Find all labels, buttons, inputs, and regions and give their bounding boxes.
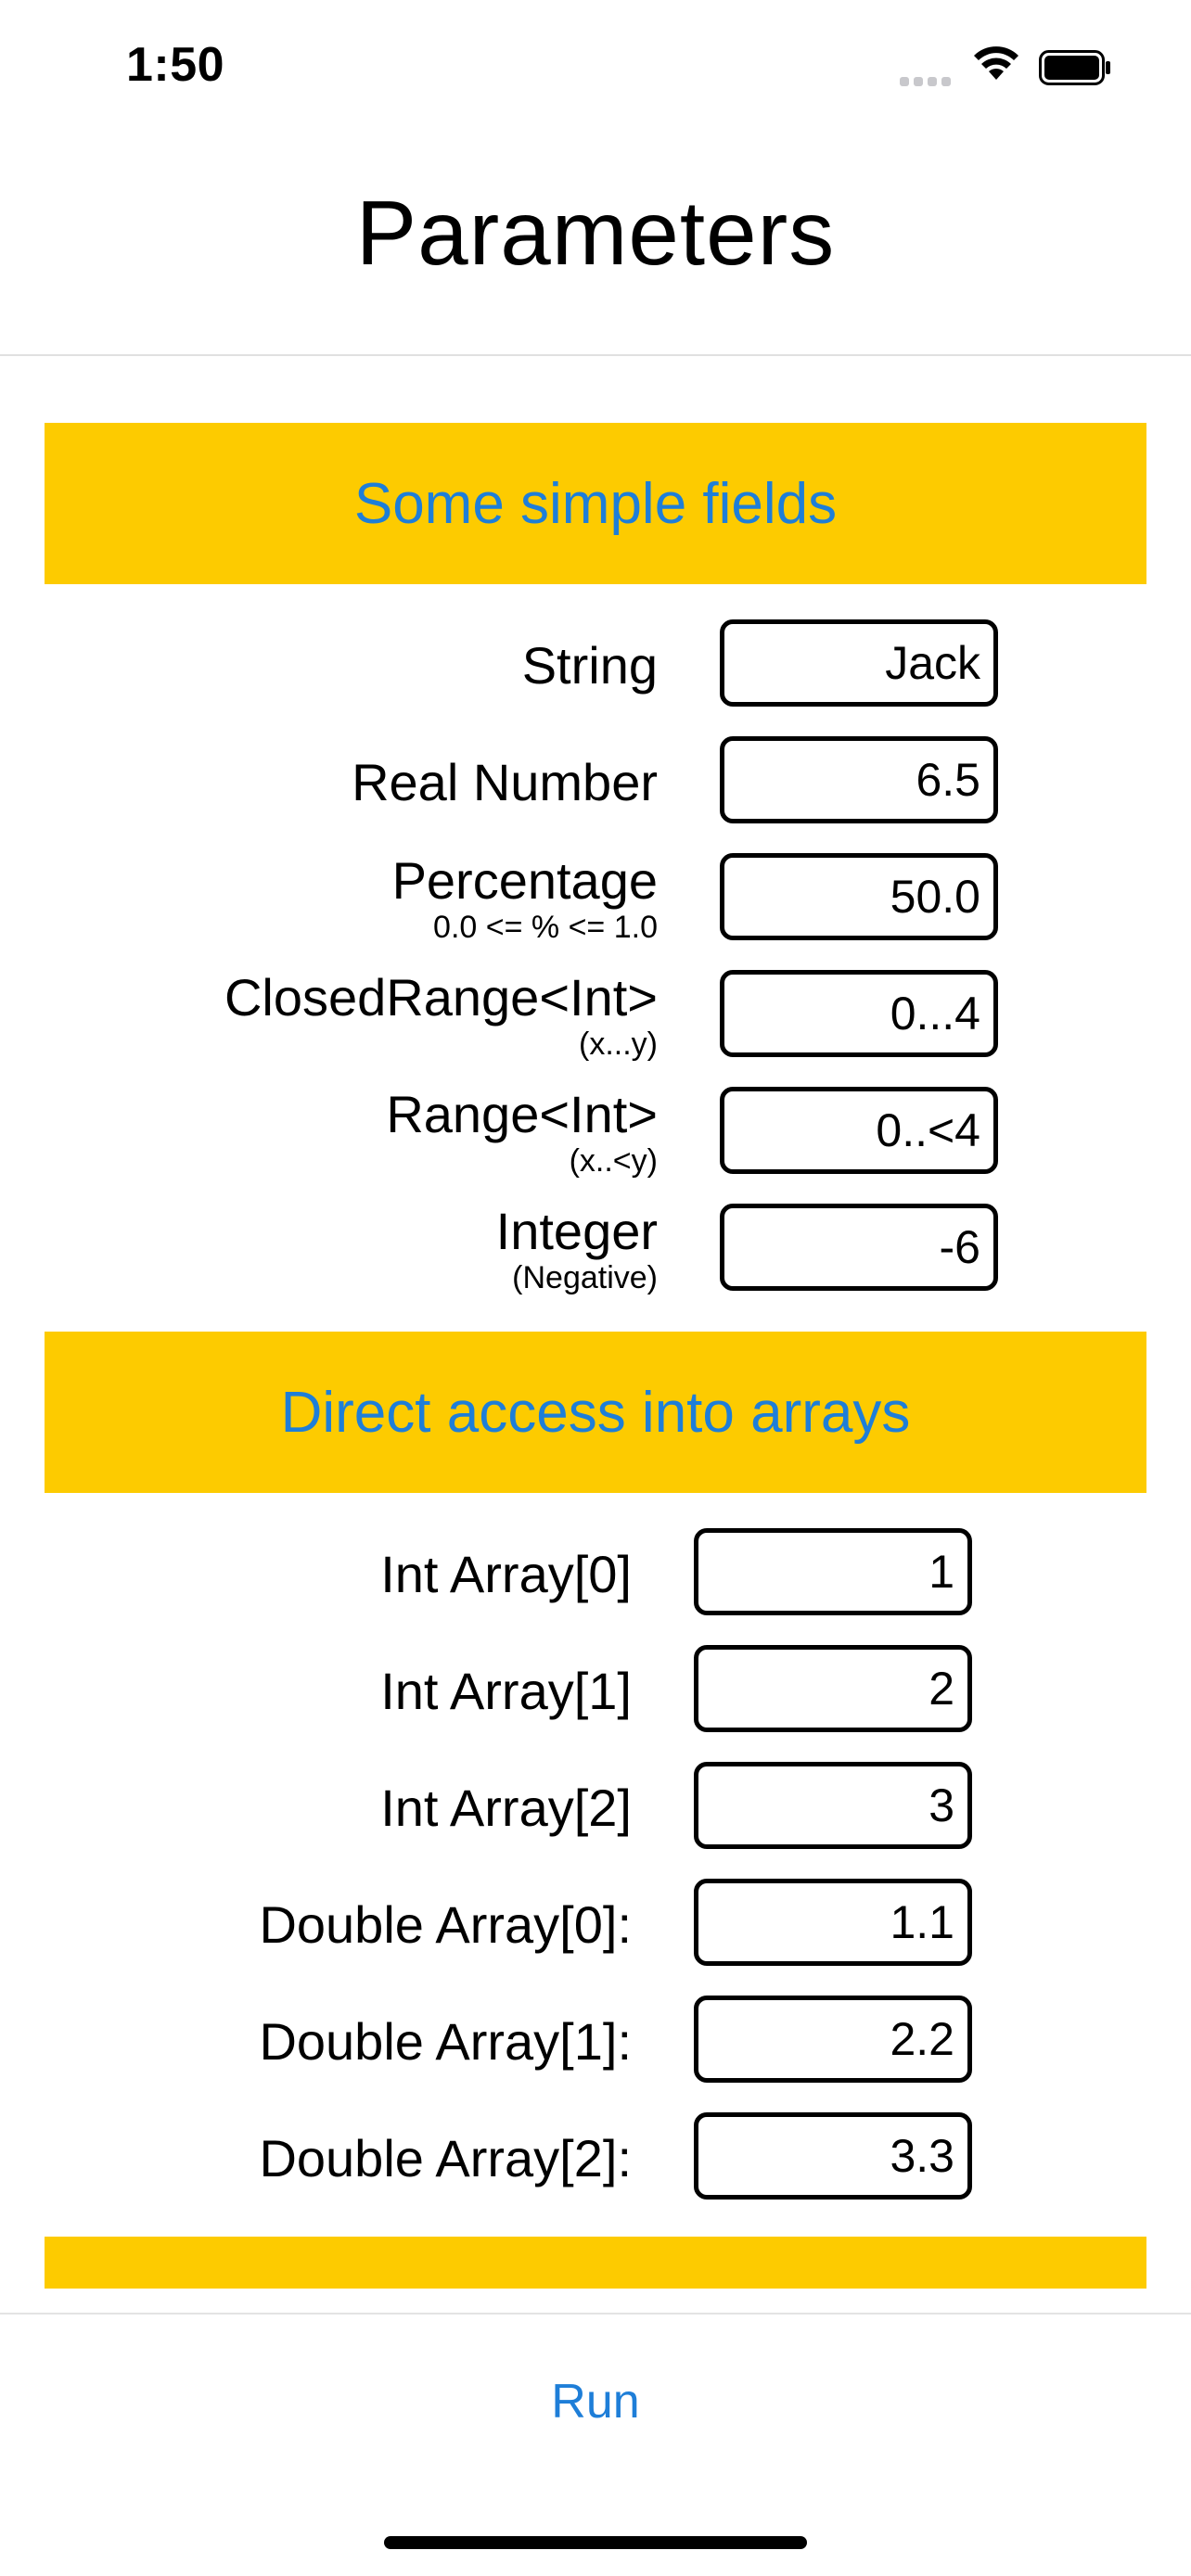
param-row-real-number: Real Number 6.5 (0, 736, 1191, 829)
section-header-partial (45, 2237, 1146, 2289)
section-header-arrays: Direct access into arrays (45, 1332, 1146, 1493)
double-array-1-field[interactable]: 2.2 (694, 1996, 972, 2083)
run-button[interactable]: Run (0, 2374, 1191, 2429)
param-label: Real Number (352, 753, 658, 811)
percentage-field[interactable]: 50.0 (720, 853, 998, 940)
string-field[interactable]: Jack (720, 619, 998, 707)
param-hint: (Negative) (512, 1260, 658, 1295)
param-row-double-array-1: Double Array[1]: 2.2 (0, 1996, 1191, 2088)
real-number-field[interactable]: 6.5 (720, 736, 998, 823)
param-label: Double Array[2]: (259, 2129, 632, 2187)
param-hint: (x..<y) (569, 1143, 658, 1179)
page-title: Parameters (355, 182, 836, 284)
param-row-closed-range: ClosedRange<Int> (x...y) 0...4 (0, 970, 1191, 1063)
param-row-string: String Jack (0, 619, 1191, 712)
int-array-0-field[interactable]: 1 (694, 1528, 972, 1615)
home-indicator (384, 2536, 807, 2549)
section-header-simple-fields: Some simple fields (45, 423, 1146, 584)
param-row-int-array-2: Int Array[2] 3 (0, 1762, 1191, 1855)
integer-field[interactable]: -6 (720, 1204, 998, 1291)
closed-range-field[interactable]: 0...4 (720, 970, 998, 1057)
param-row-int-array-0: Int Array[0] 1 (0, 1528, 1191, 1621)
cellular-signal-icon (900, 74, 955, 91)
param-label: Integer (Negative) (495, 1202, 658, 1296)
param-label: Int Array[0] (380, 1545, 632, 1603)
range-field[interactable]: 0..<4 (720, 1087, 998, 1174)
int-array-2-field[interactable]: 3 (694, 1762, 972, 1849)
footer-divider (0, 2313, 1191, 2315)
param-hint: (x...y) (579, 1027, 658, 1062)
param-row-range: Range<Int> (x..<y) 0..<4 (0, 1087, 1191, 1180)
double-array-0-field[interactable]: 1.1 (694, 1879, 972, 1966)
param-row-double-array-0: Double Array[0]: 1.1 (0, 1879, 1191, 1971)
param-row-percentage: Percentage 0.0 <= % <= 1.0 50.0 (0, 853, 1191, 946)
param-label: Int Array[1] (380, 1662, 632, 1720)
int-array-1-field[interactable]: 2 (694, 1645, 972, 1732)
param-label: Range<Int> (x..<y) (386, 1085, 658, 1180)
param-row-int-array-1: Int Array[1] 2 (0, 1645, 1191, 1738)
wifi-icon (972, 45, 1020, 86)
param-label: ClosedRange<Int> (x...y) (224, 968, 658, 1063)
param-row-integer: Integer (Negative) -6 (0, 1204, 1191, 1296)
param-label: Int Array[2] (380, 1779, 632, 1837)
param-label: Double Array[0]: (259, 1895, 632, 1954)
double-array-2-field[interactable]: 3.3 (694, 2112, 972, 2200)
header-divider (0, 354, 1191, 356)
param-hint: 0.0 <= % <= 1.0 (433, 910, 658, 945)
status-time: 1:50 (126, 38, 225, 92)
param-label: Percentage 0.0 <= % <= 1.0 (391, 851, 658, 946)
param-label: String (521, 636, 658, 695)
param-label: Double Array[1]: (259, 2012, 632, 2071)
param-row-double-array-2: Double Array[2]: 3.3 (0, 2112, 1191, 2205)
battery-icon (1039, 50, 1113, 92)
